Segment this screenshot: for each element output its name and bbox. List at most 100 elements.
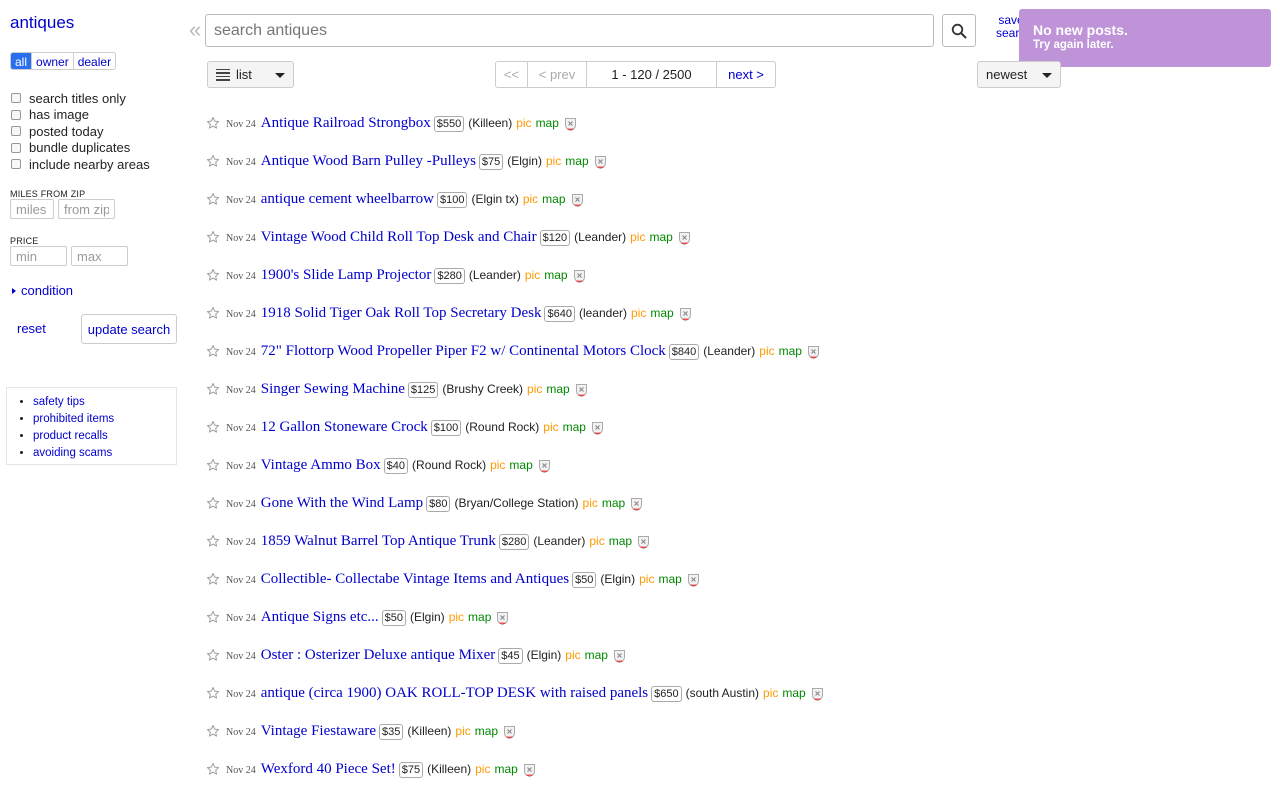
listing-map-link[interactable]: map <box>509 458 532 472</box>
checkbox[interactable] <box>11 142 21 153</box>
listing-title-link[interactable]: Oster : Osterizer Deluxe antique Mixer <box>261 646 496 664</box>
listing-title-link[interactable]: Antique Signs etc... <box>261 608 379 626</box>
hide-posting-icon[interactable] <box>496 611 509 626</box>
listing-map-link[interactable]: map <box>782 686 805 700</box>
listing-title-link[interactable]: Wexford 40 Piece Set! <box>261 760 396 778</box>
listing-title-link[interactable]: 12 Gallon Stoneware Crock <box>261 418 428 436</box>
favorite-star-icon[interactable] <box>206 534 220 548</box>
listing-map-link[interactable]: map <box>542 192 565 206</box>
option-posted-today[interactable]: posted today <box>10 123 150 140</box>
favorite-star-icon[interactable] <box>206 344 220 358</box>
hide-posting-icon[interactable] <box>538 459 551 474</box>
listing-map-link[interactable]: map <box>546 382 569 396</box>
listing-title-link[interactable]: Singer Sewing Machine <box>261 380 405 398</box>
favorite-star-icon[interactable] <box>206 192 220 206</box>
option-search-titles-only[interactable]: search titles only <box>10 90 150 107</box>
collapse-sidebar-button[interactable]: « <box>189 18 201 42</box>
listing-title-link[interactable]: 1918 Solid Tiger Oak Roll Top Secretary … <box>261 304 542 322</box>
listing-title-link[interactable]: Gone With the Wind Lamp <box>261 494 423 512</box>
listing-title-link[interactable]: Vintage Wood Child Roll Top Desk and Cha… <box>261 228 537 246</box>
link-safety-tips[interactable]: safety tips <box>33 394 176 411</box>
hide-posting-icon[interactable] <box>575 383 588 398</box>
listing-map-link[interactable]: map <box>468 610 491 624</box>
zip-input[interactable] <box>58 199 115 219</box>
favorite-star-icon[interactable] <box>206 496 220 510</box>
listing-title-link[interactable]: 1859 Walnut Barrel Top Antique Trunk <box>261 532 496 550</box>
listing-title-link[interactable]: antique cement wheelbarrow <box>261 190 434 208</box>
listing-map-link[interactable]: map <box>609 534 632 548</box>
listing-title-link[interactable]: 1900's Slide Lamp Projector <box>261 266 432 284</box>
listing-map-link[interactable]: map <box>544 268 567 282</box>
favorite-star-icon[interactable] <box>206 724 220 738</box>
favorite-star-icon[interactable] <box>206 306 220 320</box>
listing-map-link[interactable]: map <box>649 230 672 244</box>
hide-posting-icon[interactable] <box>811 687 824 702</box>
link-text[interactable]: safety tips <box>33 396 85 408</box>
option-has-image[interactable]: has image <box>10 107 150 124</box>
favorite-star-icon[interactable] <box>206 420 220 434</box>
next-page-button[interactable]: next > <box>717 62 775 87</box>
listing-map-link[interactable]: map <box>494 762 517 776</box>
sort-dropdown[interactable]: newest <box>977 61 1061 88</box>
link-text[interactable]: prohibited items <box>33 413 114 425</box>
link-avoiding-scams[interactable]: avoiding scams <box>33 445 176 462</box>
link-product-recalls[interactable]: product recalls <box>33 428 176 445</box>
favorite-star-icon[interactable] <box>206 116 220 130</box>
listing-map-link[interactable]: map <box>602 496 625 510</box>
favorite-star-icon[interactable] <box>206 458 220 472</box>
max-price-input[interactable] <box>71 246 128 266</box>
favorite-star-icon[interactable] <box>206 648 220 662</box>
option-include-nearby[interactable]: include nearby areas <box>10 156 150 173</box>
listing-title-link[interactable]: Antique Railroad Strongbox <box>261 114 431 132</box>
reset-link[interactable]: reset <box>17 321 46 336</box>
hide-posting-icon[interactable] <box>591 421 604 436</box>
hide-posting-icon[interactable] <box>613 649 626 664</box>
listing-map-link[interactable]: map <box>565 154 588 168</box>
link-prohibited-items[interactable]: prohibited items <box>33 411 176 428</box>
hide-posting-icon[interactable] <box>807 345 820 360</box>
listing-title-link[interactable]: antique (circa 1900) OAK ROLL-TOP DESK w… <box>261 684 648 702</box>
category-title[interactable]: antiques <box>10 13 74 33</box>
favorite-star-icon[interactable] <box>206 610 220 624</box>
first-page-button[interactable]: << <box>496 62 528 87</box>
listing-title-link[interactable]: Vintage Ammo Box <box>261 456 381 474</box>
favorite-star-icon[interactable] <box>206 572 220 586</box>
view-mode-dropdown[interactable]: list <box>207 61 294 88</box>
favorite-star-icon[interactable] <box>206 268 220 282</box>
hide-posting-icon[interactable] <box>630 497 643 512</box>
link-text[interactable]: avoiding scams <box>33 447 112 459</box>
miles-input[interactable] <box>10 199 54 219</box>
hide-posting-icon[interactable] <box>564 117 577 132</box>
filter-all[interactable]: all <box>11 53 32 69</box>
listing-map-link[interactable]: map <box>650 306 673 320</box>
listing-title-link[interactable]: 72" Flottorp Wood Propeller Piper F2 w/ … <box>261 342 666 360</box>
hide-posting-icon[interactable] <box>594 155 607 170</box>
checkbox[interactable] <box>11 93 21 104</box>
hide-posting-icon[interactable] <box>687 573 700 588</box>
favorite-star-icon[interactable] <box>206 686 220 700</box>
search-input[interactable] <box>205 14 934 47</box>
hide-posting-icon[interactable] <box>503 725 516 740</box>
checkbox[interactable] <box>11 109 21 120</box>
notification-toast[interactable]: No new posts. Try again later. <box>1019 9 1271 67</box>
filter-owner[interactable]: owner <box>31 53 73 69</box>
hide-posting-icon[interactable] <box>571 193 584 208</box>
option-bundle-duplicates[interactable]: bundle duplicates <box>10 140 150 157</box>
favorite-star-icon[interactable] <box>206 762 220 776</box>
favorite-star-icon[interactable] <box>206 230 220 244</box>
checkbox[interactable] <box>11 126 21 137</box>
hide-posting-icon[interactable] <box>523 763 536 778</box>
update-search-button[interactable]: update search <box>81 314 177 344</box>
hide-posting-icon[interactable] <box>679 307 692 322</box>
listing-title-link[interactable]: Antique Wood Barn Pulley -Pulleys <box>261 152 476 170</box>
listing-title-link[interactable]: Vintage Fiestaware <box>261 722 376 740</box>
listing-map-link[interactable]: map <box>536 116 559 130</box>
link-text[interactable]: product recalls <box>33 430 108 442</box>
listing-map-link[interactable]: map <box>658 572 681 586</box>
hide-posting-icon[interactable] <box>637 535 650 550</box>
filter-dealer[interactable]: dealer <box>72 53 115 69</box>
condition-toggle[interactable]: condition <box>12 283 73 298</box>
favorite-star-icon[interactable] <box>206 382 220 396</box>
hide-posting-icon[interactable] <box>678 231 691 246</box>
prev-page-button[interactable]: < prev <box>528 62 587 87</box>
